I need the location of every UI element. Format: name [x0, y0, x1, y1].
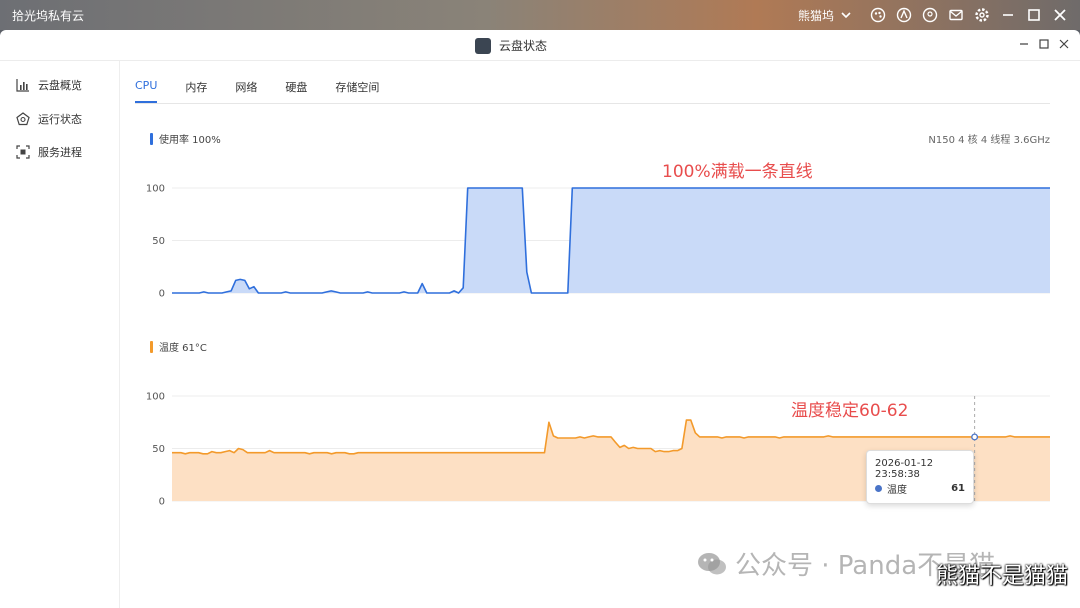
- tooltip-row: 温度 61: [875, 481, 965, 496]
- charts-canvas: 0 50 100 0 50 100: [146, 184, 1050, 508]
- temp-hover-point: [971, 433, 979, 441]
- temp-annotation: 温度稳定60-62: [791, 401, 909, 421]
- cpu-tick-label: 100: [146, 184, 165, 195]
- wechat-icon: [697, 551, 727, 577]
- temp-tick-label: 50: [152, 444, 165, 455]
- temp-tick-label: 100: [146, 392, 165, 403]
- tooltip-dot-icon: [875, 485, 882, 492]
- tooltip-value: 61: [951, 483, 965, 494]
- chart-tooltip: 2026-01-12 23:58:38 温度 61: [866, 450, 974, 504]
- tooltip-series: 温度: [887, 485, 907, 496]
- temp-tick-label: 0: [159, 497, 165, 508]
- cpu-annotation: 100%满载一条直线: [662, 162, 813, 182]
- cpu-tick-label: 0: [159, 289, 165, 300]
- watermark-corner: 熊猫不是猫猫: [935, 564, 1068, 589]
- tooltip-time: 2026-01-12 23:58:38: [875, 458, 934, 480]
- cpu-tick-label: 50: [152, 236, 165, 247]
